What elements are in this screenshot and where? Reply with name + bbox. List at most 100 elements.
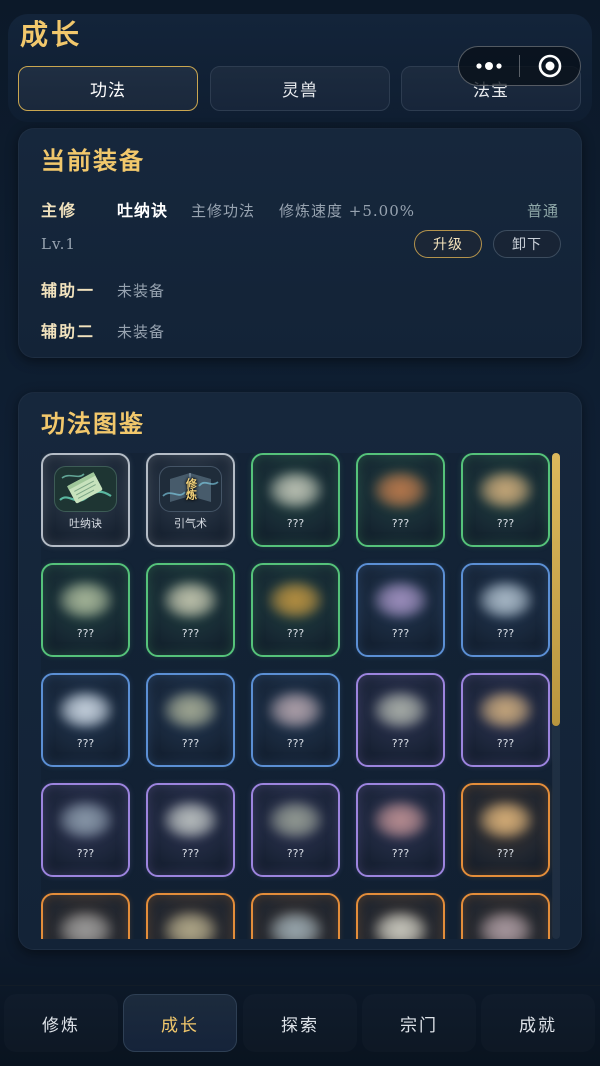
blurred-technique-icon: [371, 799, 430, 841]
codex-card-locked[interactable]: ???: [356, 673, 445, 767]
codex-card-locked[interactable]: ???: [356, 563, 445, 657]
main-technique-name[interactable]: 吐纳诀: [117, 201, 168, 221]
blurred-technique-icon: [56, 799, 115, 841]
codex-card-locked[interactable]: ???: [146, 563, 235, 657]
codex-card-locked[interactable]: ???: [146, 673, 235, 767]
blurred-technique-icon: [476, 689, 535, 731]
codex-card-locked[interactable]: [356, 893, 445, 939]
icon-lettering: 修炼: [184, 478, 198, 500]
blurred-technique-icon: [476, 909, 535, 939]
blurred-technique-icon: [476, 799, 535, 841]
nav-item-tansuo[interactable]: 探索: [243, 994, 357, 1052]
codex-card-locked[interactable]: ???: [251, 783, 340, 877]
codex-card-name: ???: [286, 627, 305, 640]
codex-card-unlocked[interactable]: 修炼 引气术: [146, 453, 235, 547]
level-label: Lv.1: [41, 235, 76, 253]
aux-slot-1-value[interactable]: 未装备: [117, 281, 165, 301]
codex-card-name: ???: [496, 737, 515, 750]
codex-card-name: ???: [496, 847, 515, 860]
codex-card-locked[interactable]: ???: [251, 453, 340, 547]
codex-card-locked[interactable]: ???: [146, 783, 235, 877]
codex-card-locked[interactable]: ???: [41, 563, 130, 657]
quality-label: 普通: [526, 202, 559, 220]
upgrade-button[interactable]: 升级: [414, 230, 482, 258]
codex-scrollbar[interactable]: [552, 453, 560, 939]
equipment-title: 当前装备: [41, 147, 145, 175]
main-technique-effect: 修炼速度 +5.00%: [279, 202, 415, 220]
nav-item-zongmen[interactable]: 宗门: [362, 994, 476, 1052]
codex-card-unlocked[interactable]: 吐纳诀: [41, 453, 130, 547]
blurred-technique-icon: [266, 579, 325, 621]
codex-card-name: ???: [286, 517, 305, 530]
main-slot-label: 主修: [41, 201, 78, 220]
blurred-technique-icon: [56, 689, 115, 731]
codex-card-name: 引气术: [174, 517, 207, 530]
tab-lingshou[interactable]: 灵兽: [210, 66, 390, 111]
blurred-technique-icon: [476, 469, 535, 511]
more-dots-icon[interactable]: [469, 54, 509, 78]
page-title: 成长: [20, 18, 83, 51]
jade-slip-icon: [54, 466, 117, 512]
tab-gongfa[interactable]: 功法: [18, 66, 198, 111]
cultivation-manual-icon: 修炼: [159, 466, 222, 512]
codex-card-locked[interactable]: [461, 893, 550, 939]
blurred-technique-icon: [266, 469, 325, 511]
codex-card-locked[interactable]: ???: [461, 453, 550, 547]
blurred-technique-icon: [161, 799, 220, 841]
mini-program-capsule: [458, 46, 581, 86]
blurred-technique-icon: [371, 689, 430, 731]
codex-card-locked[interactable]: ???: [461, 783, 550, 877]
codex-card-name: ???: [76, 737, 95, 750]
blurred-technique-icon: [371, 909, 430, 939]
codex-card-name: ???: [391, 627, 410, 640]
nav-item-chengzhang[interactable]: 成长: [123, 994, 237, 1052]
codex-card-locked[interactable]: ???: [251, 673, 340, 767]
codex-scrollbar-thumb[interactable]: [552, 453, 560, 726]
blurred-technique-icon: [476, 579, 535, 621]
main-technique-category: 主修功法: [191, 202, 256, 220]
blurred-technique-icon: [161, 909, 220, 939]
codex-card-locked[interactable]: ???: [356, 783, 445, 877]
codex-card-locked[interactable]: ???: [461, 673, 550, 767]
codex-card-name: 吐纳诀: [69, 517, 102, 530]
codex-card-locked[interactable]: ???: [41, 673, 130, 767]
blurred-technique-icon: [266, 799, 325, 841]
current-equipment-panel: 当前装备 主修 吐纳诀 主修功法 修炼速度 +5.00% 普通 Lv.1 升级 …: [18, 128, 582, 358]
codex-card-name: ???: [286, 737, 305, 750]
technique-codex-panel: 功法图鉴 吐纳诀 修炼引气术???????????????????????????…: [18, 392, 582, 950]
codex-card-name: ???: [391, 737, 410, 750]
codex-card-locked[interactable]: ???: [251, 563, 340, 657]
nav-item-xiulian[interactable]: 修炼: [4, 994, 118, 1052]
blurred-technique-icon: [266, 689, 325, 731]
codex-card-locked[interactable]: ???: [41, 783, 130, 877]
codex-card-name: ???: [391, 847, 410, 860]
bottom-nav: 修炼 成长 探索 宗门 成就: [0, 985, 600, 1066]
aux-slot-2-label: 辅助二: [41, 322, 96, 341]
blurred-technique-icon: [56, 909, 115, 939]
codex-card-locked[interactable]: ???: [356, 453, 445, 547]
codex-grid[interactable]: 吐纳诀 修炼引气术????????????????????????????????…: [41, 453, 553, 939]
codex-card-name: ???: [496, 627, 515, 640]
codex-card-name: ???: [286, 847, 305, 860]
codex-card-locked[interactable]: [41, 893, 130, 939]
blurred-technique-icon: [56, 579, 115, 621]
unequip-button[interactable]: 卸下: [493, 230, 561, 258]
blurred-technique-icon: [371, 469, 430, 511]
codex-title: 功法图鉴: [41, 410, 145, 438]
codex-card-name: ???: [76, 627, 95, 640]
codex-card-name: ???: [181, 627, 200, 640]
codex-card-name: ???: [391, 517, 410, 530]
codex-card-name: ???: [181, 847, 200, 860]
aux-slot-1-label: 辅助一: [41, 281, 96, 300]
codex-card-locked[interactable]: [146, 893, 235, 939]
blurred-technique-icon: [266, 909, 325, 939]
capsule-divider: [519, 55, 520, 77]
target-circle-icon[interactable]: [537, 53, 563, 79]
codex-card-locked[interactable]: ???: [461, 563, 550, 657]
codex-card-name: ???: [181, 737, 200, 750]
aux-slot-2-value[interactable]: 未装备: [117, 322, 165, 342]
blurred-technique-icon: [161, 689, 220, 731]
nav-item-chengjiu[interactable]: 成就: [481, 994, 595, 1052]
codex-card-locked[interactable]: [251, 893, 340, 939]
blurred-technique-icon: [371, 579, 430, 621]
